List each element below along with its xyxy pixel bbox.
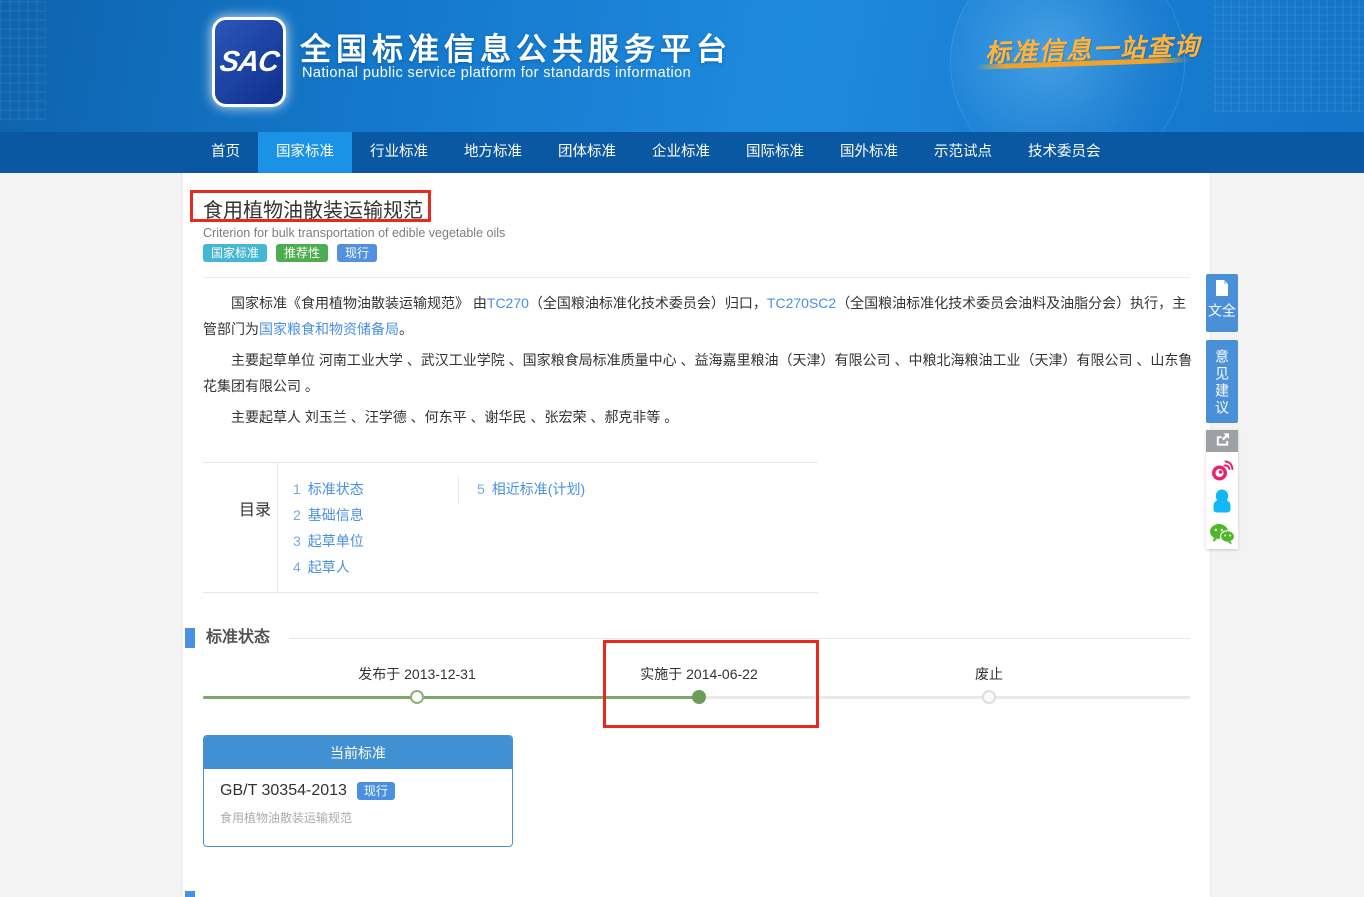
tag-national-standard: 国家标准 [203,244,267,262]
wechat-share-button[interactable] [1210,524,1234,548]
nav-item-foreign-standards[interactable]: 国外标准 [822,132,916,173]
toc-item-status[interactable]: 1标准状态 [293,476,364,502]
sac-logo[interactable]: SAC [212,17,286,107]
current-standard-card-header: 当前标准 [204,736,512,769]
intro-text: 。 [399,321,413,337]
intro-paragraph: 国家标准《食用植物油散装运输规范》 由TC270（全国粮油标准化技术委员会）归口… [203,290,1195,342]
section-rule [289,638,1190,639]
document-icon [1215,280,1229,301]
qq-share-button[interactable] [1210,492,1234,516]
main-nav: 首页 国家标准 行业标准 地方标准 团体标准 企业标准 国际标准 国外标准 示范… [0,132,1364,173]
annotation-box-implementation-date [603,640,819,728]
feedback-button-label: 意见建议 [1215,349,1229,417]
badge-in-force: 现行 [357,782,395,800]
toc-item-basic-info[interactable]: 2基础信息 [293,502,364,528]
nav-item-national-standards[interactable]: 国家标准 [258,132,352,173]
share-button[interactable] [1206,430,1238,452]
toc-item-drafters[interactable]: 4起草人 [293,554,350,580]
next-section-accent-bar [185,891,195,897]
header-pattern [1214,0,1364,112]
timeline-line-future [699,696,1190,699]
standard-title: 食用植物油散装运输规范 [203,194,423,223]
content-panel: 食用植物油散装运输规范 Criterion for bulk transport… [183,173,1210,897]
intro-text: 国家标准《食用植物油散装运输规范》 由 [231,295,487,311]
share-toolbar [1206,430,1238,549]
toc-label: 目录 [239,496,271,520]
section-title-status: 标准状态 [206,628,270,648]
weibo-icon [1210,459,1234,486]
nav-item-technical-committee[interactable]: 技术委员会 [1010,132,1119,173]
nav-item-industry-standards[interactable]: 行业标准 [352,132,446,173]
site-subtitle: National public service platform for sta… [302,65,691,81]
standard-code[interactable]: GB/T 30354-2013 [220,782,347,800]
standard-tags: 国家标准 推荐性 现行 [203,244,377,262]
site-header: SAC 全国标准信息公共服务平台 National public service… [0,0,1364,132]
table-of-contents: 目录 1标准状态 2基础信息 3起草单位 4起草人 5相近标准(计划) [203,462,818,593]
fulltext-button-label: 全文 [1208,303,1236,332]
standard-name: 食用植物油散装运输规范 [220,809,496,826]
current-standard-card-body: GB/T 30354-2013 现行 食用植物油散装运输规范 [204,769,512,826]
timeline-dot-implemented [692,690,706,704]
timeline-label-implemented: 实施于 2014-06-22 [589,664,809,684]
link-grain-reserves-bureau[interactable]: 国家粮食和物资储备局 [259,321,399,337]
page: SAC 全国标准信息公共服务平台 National public service… [0,0,1364,897]
standard-title-english: Criterion for bulk transportation of edi… [203,226,505,240]
tag-recommended: 推荐性 [276,244,328,262]
toc-item-drafting-units[interactable]: 3起草单位 [293,528,364,554]
link-tc270sc2[interactable]: TC270SC2 [767,295,836,311]
site-title: 全国标准信息公共服务平台 [300,24,732,69]
intro-text: （全国粮油标准化技术委员会）归口， [529,295,767,311]
section-accent-bar [185,628,195,648]
sac-logo-text: SAC [218,46,281,79]
nav-item-demonstration-pilot[interactable]: 示范试点 [916,132,1010,173]
current-standard-card[interactable]: 当前标准 GB/T 30354-2013 现行 食用植物油散装运输规范 [203,735,513,847]
tag-in-force: 现行 [337,244,377,262]
timeline-label-published: 发布于 2013-12-31 [307,664,527,684]
header-pattern [0,0,46,120]
nav-item-local-standards[interactable]: 地方标准 [446,132,540,173]
share-icon [1215,432,1230,451]
drafters-paragraph: 主要起草人 刘玉兰 、汪学德 、何东平 、谢华民 、张宏荣 、郝克非等 。 [203,404,1195,430]
timeline-line-active [203,696,699,699]
feedback-button[interactable]: 意见建议 [1206,340,1238,423]
wechat-icon [1209,523,1235,550]
nav-item-group-standards[interactable]: 团体标准 [540,132,634,173]
nav-item-home[interactable]: 首页 [193,132,258,173]
timeline-dot-abolished [982,690,996,704]
toc-divider [277,463,278,592]
toc-item-similar-standards[interactable]: 5相近标准(计划) [477,476,585,502]
nav-item-international-standards[interactable]: 国际标准 [728,132,822,173]
qq-icon [1211,489,1233,519]
drafting-units-paragraph: 主要起草单位 河南工业大学 、武汉工业学院 、国家粮食局标准质量中心 、益海嘉里… [203,347,1195,399]
nav-item-enterprise-standards[interactable]: 企业标准 [634,132,728,173]
fulltext-button[interactable]: 全文 [1206,274,1238,332]
divider [203,277,1190,278]
toc-column-divider [458,477,459,503]
timeline-label-abolished: 废止 [879,664,1099,684]
weibo-share-button[interactable] [1210,460,1234,484]
timeline-dot-published [410,690,424,704]
link-tc270[interactable]: TC270 [487,295,529,311]
